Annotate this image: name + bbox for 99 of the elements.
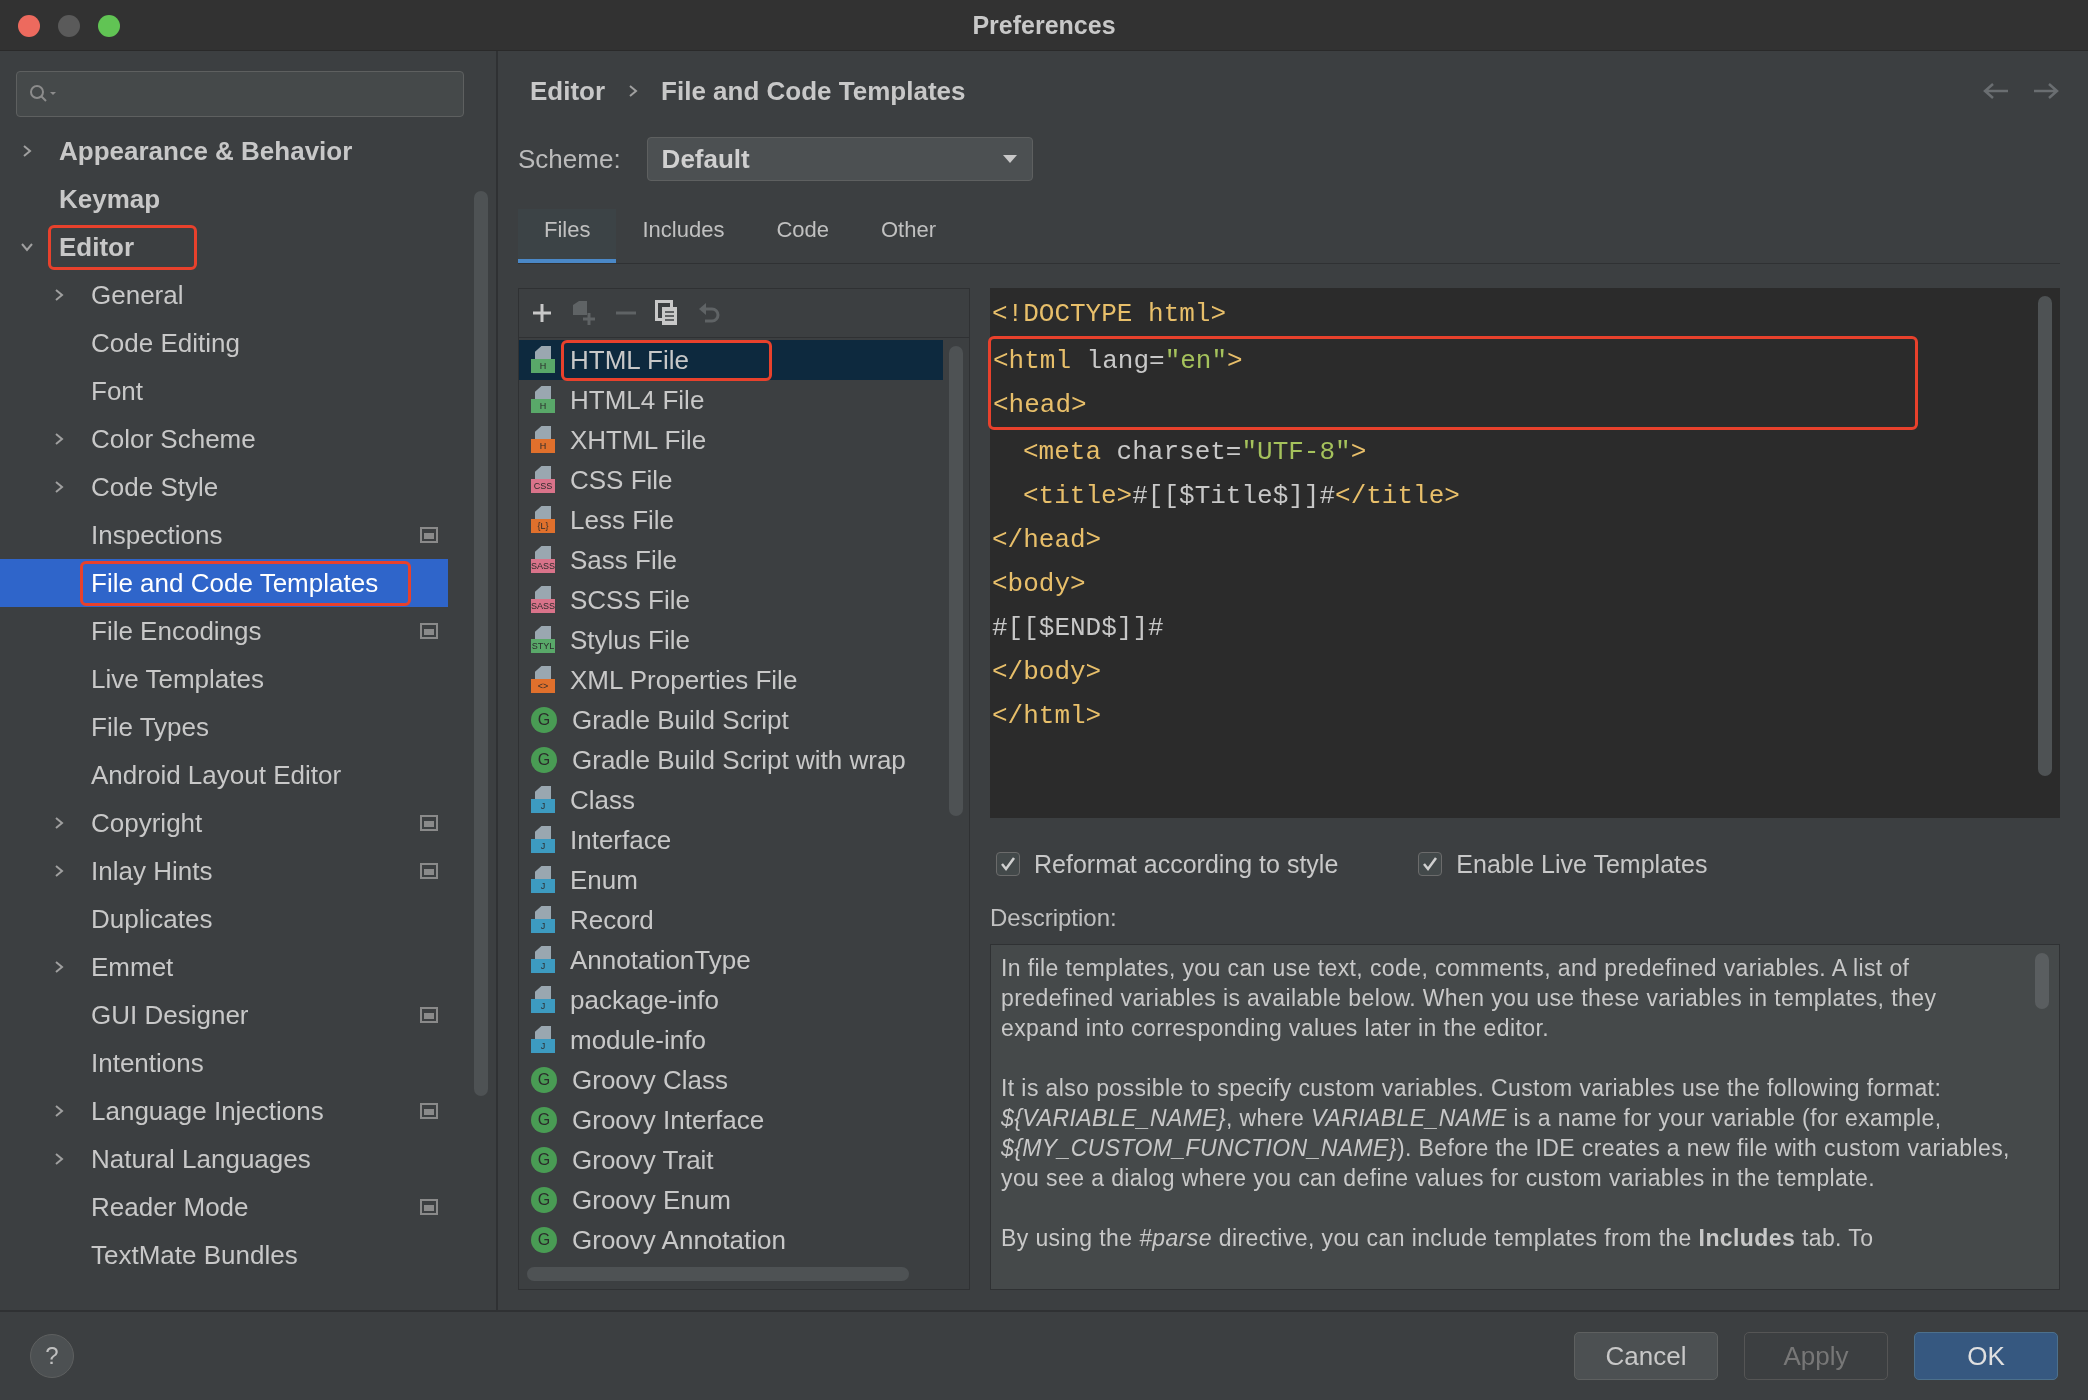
tree-item[interactable]: Color Scheme bbox=[0, 415, 448, 463]
template-item[interactable]: J AnnotationType bbox=[519, 940, 943, 980]
scheme-dropdown[interactable]: Default bbox=[646, 137, 1033, 181]
template-item[interactable]: STYL Stylus File bbox=[519, 620, 943, 660]
template-item[interactable]: G Groovy Trait bbox=[519, 1140, 943, 1180]
back-arrow-icon[interactable] bbox=[1982, 81, 2010, 101]
template-item[interactable]: G Groovy Enum bbox=[519, 1180, 943, 1220]
code-line: <!DOCTYPE html> bbox=[991, 298, 1227, 331]
groovy-icon: G bbox=[531, 1067, 557, 1093]
tree-item[interactable]: Inlay Hints bbox=[0, 847, 448, 895]
code-line: <body> bbox=[991, 568, 1086, 601]
scheme-label: Scheme: bbox=[518, 143, 621, 175]
groovy-icon: G bbox=[531, 707, 557, 733]
tree-item[interactable]: File Types bbox=[0, 703, 448, 751]
tree-item[interactable]: Language Injections bbox=[0, 1087, 448, 1135]
tab[interactable]: Files bbox=[518, 209, 617, 263]
template-item[interactable]: H HTML4 File bbox=[519, 380, 943, 420]
template-item[interactable]: J Interface bbox=[519, 820, 943, 860]
groovy-icon: G bbox=[531, 1227, 557, 1253]
tree-item[interactable]: Keymap bbox=[0, 175, 448, 223]
code-line: </html> bbox=[991, 700, 1102, 733]
template-item[interactable]: H XHTML File bbox=[519, 420, 943, 460]
code-line: <html lang="en"> bbox=[992, 345, 1243, 378]
tree-item[interactable]: Android Layout Editor bbox=[0, 751, 448, 799]
checkbox[interactable] bbox=[1418, 852, 1443, 876]
checkbox-label: Enable Live Templates bbox=[1456, 849, 1708, 879]
dialog-button[interactable]: OK bbox=[1914, 1332, 2058, 1380]
tree-item[interactable]: File Encodings bbox=[0, 607, 448, 655]
template-item[interactable]: G Gradle Build Script with wrap bbox=[519, 740, 943, 780]
template-item[interactable]: CSS CSS File bbox=[519, 460, 943, 500]
template-item[interactable]: G Groovy Annotation bbox=[519, 1220, 943, 1260]
tab[interactable]: Includes bbox=[616, 209, 751, 263]
code-line: <title>#[[$Title$]]#</title> bbox=[1022, 480, 1460, 513]
copy-icon[interactable] bbox=[655, 300, 679, 326]
code-line: #[[$END$]]# bbox=[991, 612, 1164, 645]
groovy-icon: G bbox=[531, 747, 557, 773]
highlight-frame: Editor bbox=[48, 224, 198, 270]
code-editor[interactable]: <!DOCTYPE html> <html lang="en"> <head> <meta charset="UTF-8"> <title>#[[$Title$]]#</title> </head> <body> #[[$END$]]# </body> </html> bbox=[990, 288, 2060, 818]
highlight-frame: File and Code Templates bbox=[80, 560, 412, 606]
tree-item[interactable]: Intentions bbox=[0, 1039, 448, 1087]
zoom-window-button[interactable] bbox=[98, 15, 120, 37]
help-button[interactable]: ? bbox=[30, 1334, 74, 1378]
chevron-icon bbox=[627, 84, 640, 98]
template-item[interactable]: J Class bbox=[519, 780, 943, 820]
close-window-button[interactable] bbox=[18, 15, 40, 37]
forward-arrow-icon[interactable] bbox=[2032, 81, 2060, 101]
tree-item[interactable]: Editor bbox=[0, 223, 448, 271]
tree-item[interactable]: Emmet bbox=[0, 943, 448, 991]
tree-item[interactable]: Font bbox=[0, 367, 448, 415]
code-line: </head> bbox=[991, 524, 1102, 557]
template-item[interactable]: G Groovy Class bbox=[519, 1060, 943, 1100]
template-item[interactable]: SASS SCSS File bbox=[519, 580, 943, 620]
groovy-icon: G bbox=[531, 1147, 557, 1173]
template-item[interactable]: J package-info bbox=[519, 980, 943, 1020]
tree-item[interactable]: General bbox=[0, 271, 448, 319]
search-field[interactable] bbox=[16, 71, 464, 117]
tab[interactable]: Code bbox=[750, 209, 855, 263]
add-icon[interactable] bbox=[531, 302, 553, 324]
tree-item[interactable]: Reader Mode bbox=[0, 1183, 448, 1231]
tree-item[interactable]: Code Style bbox=[0, 463, 448, 511]
checkbox[interactable] bbox=[996, 852, 1020, 876]
code-line: <meta charset="UTF-8"> bbox=[1022, 436, 1367, 469]
template-item[interactable]: <> XML Properties File bbox=[519, 660, 943, 700]
window-title: Preferences bbox=[972, 10, 1116, 40]
highlight-frame: HTML File bbox=[561, 339, 772, 381]
groovy-icon: G bbox=[531, 1187, 557, 1213]
template-item[interactable]: J Enum bbox=[519, 860, 943, 900]
tree-item[interactable]: Appearance & Behavior bbox=[0, 127, 448, 175]
dropdown-arrow-icon bbox=[1001, 154, 1018, 164]
description-paragraph: By using the #parse directive, you can include templates from the Includes tab. To bbox=[1001, 1224, 1875, 1253]
scrollbar[interactable] bbox=[2038, 296, 2052, 776]
template-item[interactable]: H HTML File bbox=[519, 340, 943, 380]
dialog-button[interactable]: Cancel bbox=[1574, 1332, 1718, 1380]
template-item[interactable]: SASS Sass File bbox=[519, 540, 943, 580]
template-item[interactable]: J Record bbox=[519, 900, 943, 940]
checkbox-label: Reformat according to style bbox=[1034, 849, 1339, 879]
tree-item[interactable]: File and Code Templates bbox=[0, 559, 448, 607]
template-item[interactable]: G Groovy Interface bbox=[519, 1100, 943, 1140]
groovy-icon: G bbox=[531, 1107, 557, 1133]
description-label: Description: bbox=[990, 904, 1118, 932]
tree-item[interactable]: Live Templates bbox=[0, 655, 448, 703]
template-item[interactable]: {L} Less File bbox=[519, 500, 943, 540]
breadcrumb-item: Editor bbox=[530, 75, 606, 107]
template-item[interactable]: G Gradle Build Script bbox=[519, 700, 943, 740]
description-paragraph: In file templates, you can use text, code, comments, and predefined variables. A list of predefined variables is available below. When you use these variables in templates, they expand into corresponding values later in the editor. bbox=[1001, 954, 1938, 1043]
tree-item[interactable]: Natural Languages bbox=[0, 1135, 448, 1183]
search-icon bbox=[29, 84, 59, 104]
tree-item[interactable]: Copyright bbox=[0, 799, 448, 847]
tree-item[interactable]: GUI Designer bbox=[0, 991, 448, 1039]
code-line: </body> bbox=[991, 656, 1102, 689]
code-line: <head> bbox=[992, 389, 1087, 422]
tree-item[interactable]: TextMate Bundles bbox=[0, 1231, 448, 1279]
breadcrumb-item: File and Code Templates bbox=[661, 75, 966, 107]
tree-item[interactable]: Duplicates bbox=[0, 895, 448, 943]
tree-item[interactable]: Inspections bbox=[0, 511, 448, 559]
description-paragraph: It is also possible to specify custom variables. Custom variables use the following format: ${VARIABLE_NAME}, where VARIABLE_NAME is a name for your variable (for example, ${MY_CUSTOM_FUNCTION_NAME}). Before the IDE creates a new file with custom variables, you see a dialog where you can define values for custom variables in the template. bbox=[1001, 1074, 2011, 1193]
template-item[interactable]: J module-info bbox=[519, 1020, 943, 1060]
tab[interactable]: Other bbox=[855, 209, 963, 263]
tree-item[interactable]: Code Editing bbox=[0, 319, 448, 367]
